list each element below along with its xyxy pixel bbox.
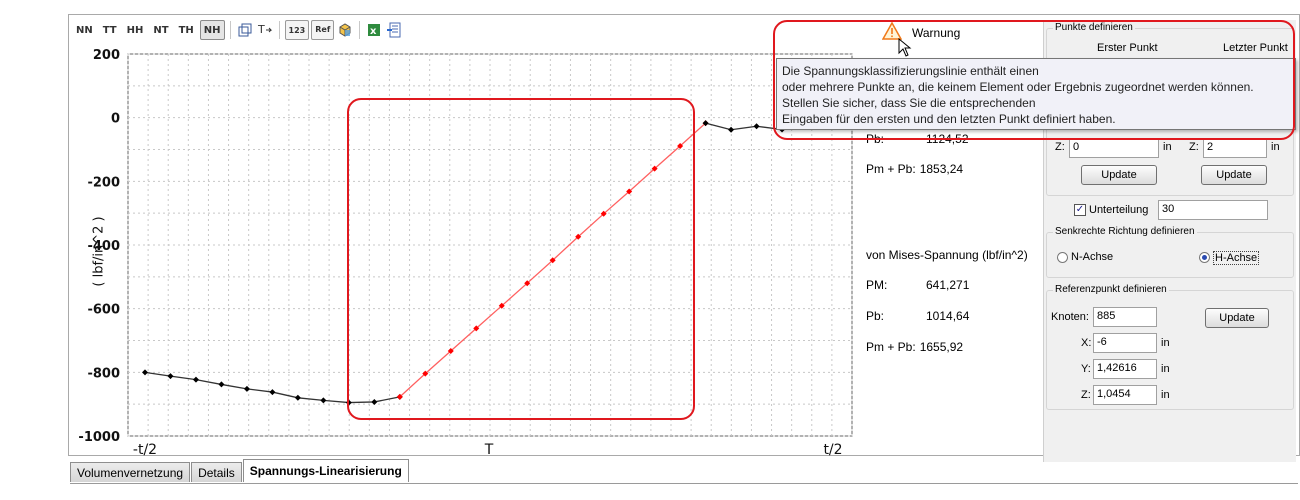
- x-input[interactable]: -6: [1093, 333, 1157, 353]
- pm2-value: 641,271: [926, 278, 970, 292]
- pb2-label: Pb:: [866, 309, 885, 323]
- y-tick-label: -600: [87, 303, 120, 318]
- tab-details[interactable]: Details: [191, 462, 242, 482]
- y-tick-label: -800: [87, 366, 120, 381]
- values-123-button[interactable]: 123: [284, 20, 310, 40]
- last-z-input[interactable]: 2: [1203, 138, 1267, 158]
- y-tick-label: -1000: [78, 430, 120, 445]
- excel-export-icon[interactable]: x: [365, 21, 383, 39]
- svg-text:x: x: [370, 26, 377, 37]
- cube-view-icon[interactable]: [336, 21, 354, 39]
- pm2-label: PM:: [866, 278, 888, 292]
- z-label: Z:: [1081, 389, 1091, 401]
- mises-title: von Mises-Spannung (lbf/in^2): [866, 248, 1028, 262]
- z2-label: Z:: [1189, 141, 1199, 153]
- pb2-value: 1014,64: [926, 309, 970, 323]
- nn-button[interactable]: NN: [72, 20, 97, 40]
- pmpb-row: Pm + Pb: 1853,24: [866, 162, 963, 176]
- subdivision-checkbox[interactable]: ✓: [1074, 204, 1086, 216]
- z-input[interactable]: 1,0454: [1093, 385, 1157, 405]
- reference-group-title: Referenzpunkt definieren: [1053, 284, 1169, 295]
- tab-bar: Volumenvernetzung Details Spannungs-Line…: [70, 459, 410, 482]
- tab-spannungs-linearisierung[interactable]: Spannungs-Linearisierung: [242, 459, 409, 482]
- pm2-row: PM: 641,271: [866, 278, 969, 292]
- unit-label: in: [1161, 389, 1170, 401]
- highlight-box-warning: [773, 20, 1295, 140]
- x-tick-label: T: [484, 442, 494, 458]
- first-z-input[interactable]: 0: [1069, 138, 1159, 158]
- reference-group: Referenzpunkt definieren Knoten: 885 Upd…: [1046, 284, 1294, 410]
- svg-text:T: T: [257, 23, 265, 36]
- report-export-icon[interactable]: [385, 21, 403, 39]
- update-last-button[interactable]: Update: [1201, 165, 1267, 185]
- update-first-button[interactable]: Update: [1081, 165, 1157, 185]
- mises-title-text: von Mises-Spannung (lbf/in^2): [866, 248, 1028, 262]
- update-reference-button[interactable]: Update: [1205, 308, 1269, 328]
- n-axis-radio[interactable]: [1057, 252, 1068, 263]
- pmpb2-row: Pm + Pb: 1655,92: [866, 340, 963, 354]
- direction-group-title: Senkrechte Richtung definieren: [1053, 226, 1197, 237]
- y-tick-label: 200: [93, 48, 120, 63]
- x-tick-label: -t/2: [133, 442, 157, 458]
- unit-label: in: [1161, 363, 1170, 375]
- th-button[interactable]: TH: [175, 20, 198, 40]
- x-tick-label: t/2: [823, 442, 842, 458]
- stack-view-icon[interactable]: [236, 21, 254, 39]
- tt-button[interactable]: TT: [99, 20, 121, 40]
- tab-baseline: [70, 483, 1298, 484]
- highlight-box-chart: [347, 98, 695, 420]
- y-label: Y:: [1081, 363, 1091, 375]
- pmpb-label: Pm + Pb:: [866, 162, 916, 176]
- tab-volumenvernetzung[interactable]: Volumenvernetzung: [70, 462, 191, 482]
- h-axis-radio[interactable]: [1199, 252, 1210, 263]
- toolbar-separator: [359, 21, 361, 39]
- y-tick-label: -200: [87, 175, 120, 190]
- pmpb2-label: Pm + Pb:: [866, 340, 916, 354]
- subdivision-label: Unterteilung: [1089, 204, 1149, 216]
- node-input[interactable]: 885: [1093, 307, 1157, 327]
- y-tick-label: 0: [111, 112, 120, 127]
- x-label: X:: [1081, 337, 1092, 349]
- y-axis-title: ( lbf/in^2 ): [91, 216, 107, 287]
- pb2-row: Pb: 1014,64: [866, 309, 969, 323]
- unit-label: in: [1161, 337, 1170, 349]
- node-label: Knoten:: [1051, 311, 1089, 323]
- unit-label: in: [1271, 141, 1280, 153]
- subdivision-input[interactable]: 30: [1158, 200, 1268, 220]
- y-input[interactable]: 1,42616: [1093, 359, 1157, 379]
- text-direction-icon[interactable]: T: [256, 21, 274, 39]
- direction-group: Senkrechte Richtung definieren N-Achse H…: [1046, 226, 1294, 278]
- toolbar: NN TT HH NT TH NH T 123 Ref x: [72, 18, 403, 42]
- toolbar-separator: [278, 21, 280, 39]
- z1-label: Z:: [1055, 141, 1065, 153]
- h-axis-label: H-Achse: [1213, 251, 1260, 265]
- toolbar-separator: [229, 21, 231, 39]
- unit-label: in: [1163, 141, 1172, 153]
- nh-button[interactable]: NH: [199, 20, 225, 40]
- reference-button[interactable]: Ref: [311, 20, 335, 40]
- hh-button[interactable]: HH: [123, 20, 148, 40]
- n-axis-label: N-Achse: [1071, 251, 1114, 263]
- pmpb2-value: 1655,92: [919, 340, 964, 354]
- nt-button[interactable]: NT: [149, 20, 172, 40]
- pmpb-value: 1853,24: [919, 162, 964, 176]
